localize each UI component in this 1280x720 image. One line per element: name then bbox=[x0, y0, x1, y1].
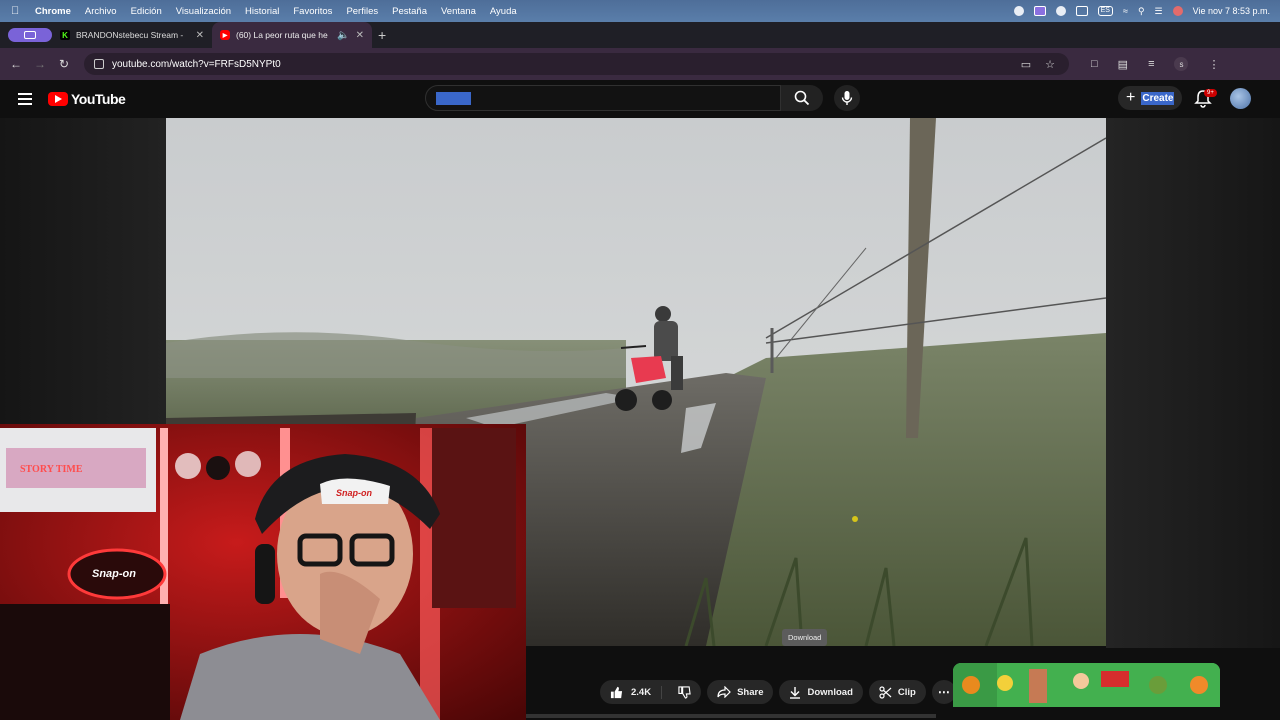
menu-ayuda[interactable]: Ayuda bbox=[490, 6, 517, 17]
download-button[interactable]: Download bbox=[779, 680, 863, 704]
streamer-webcam-overlay: STORY TIME Snap-on Snap-on bbox=[0, 424, 526, 720]
url-text[interactable]: youtube.com/watch?v=FRFsD5NYPt0 bbox=[112, 59, 1021, 70]
merch-banner[interactable] bbox=[953, 663, 1220, 707]
dislike-button[interactable] bbox=[668, 685, 701, 699]
siri-icon[interactable] bbox=[1172, 6, 1183, 16]
ambient-left bbox=[0, 118, 166, 428]
wifi-icon[interactable]: ≈ bbox=[1123, 6, 1128, 16]
extensions-icon[interactable]: □ bbox=[1091, 58, 1098, 70]
close-tab-icon[interactable]: ✕ bbox=[196, 30, 204, 41]
download-label: Download bbox=[807, 686, 853, 698]
mic-icon bbox=[841, 91, 853, 105]
window-icon[interactable] bbox=[1075, 6, 1088, 16]
chrome-menu-icon[interactable]: ⋮ bbox=[1208, 58, 1219, 71]
video-actions: 2.4K Share Download Clip ⋯ bbox=[600, 680, 956, 704]
clip-button[interactable]: Clip bbox=[868, 680, 926, 704]
youtube-play-logo-icon bbox=[48, 92, 68, 106]
site-info-icon[interactable] bbox=[94, 59, 104, 69]
menu-visualizacion[interactable]: Visualización bbox=[176, 6, 231, 17]
install-app-icon[interactable]: ▭ bbox=[1021, 58, 1031, 71]
back-icon[interactable]: ← bbox=[4, 57, 28, 71]
menu-pestana[interactable]: Pestaña bbox=[392, 6, 427, 17]
reload-icon[interactable]: ↻ bbox=[52, 57, 76, 71]
search-selected-text bbox=[436, 91, 471, 105]
screen-share-icon[interactable] bbox=[1033, 6, 1046, 16]
menu-chrome[interactable]: Chrome bbox=[35, 6, 71, 17]
status-app-icon[interactable] bbox=[1013, 6, 1024, 16]
side-panel-icon[interactable]: ▤ bbox=[1118, 58, 1128, 71]
search-input[interactable] bbox=[425, 85, 781, 111]
macos-menubar:  Chrome Archivo Edición Visualización H… bbox=[0, 0, 1280, 22]
voice-search-button[interactable] bbox=[834, 85, 860, 111]
youtube-logo[interactable]: YouTube bbox=[48, 91, 126, 107]
forward-icon[interactable]: → bbox=[28, 57, 52, 71]
apple-icon[interactable]:  bbox=[11, 5, 25, 17]
thumbs-down-icon bbox=[678, 685, 691, 699]
share-label: Share bbox=[737, 686, 764, 698]
profile-avatar[interactable]: s bbox=[1174, 57, 1189, 71]
menu-edicion[interactable]: Edición bbox=[131, 6, 162, 17]
watch-page: Download 2.4K Share Download Clip ⋯ STOR… bbox=[0, 118, 1280, 720]
menubar-clock[interactable]: Vie nov 7 8:53 p.m. bbox=[1193, 6, 1270, 16]
tab-title: (60) La peor ruta que he bbox=[236, 30, 328, 40]
address-bar[interactable]: youtube.com/watch?v=FRFsD5NYPt0 ▭ ☆ bbox=[84, 53, 1069, 75]
share-icon bbox=[717, 686, 731, 698]
plus-icon: + bbox=[1126, 89, 1136, 106]
input-source-icon[interactable]: ES bbox=[1097, 6, 1113, 16]
kick-favicon-icon: K bbox=[60, 30, 70, 40]
like-dislike-group: 2.4K bbox=[600, 680, 702, 704]
search-button[interactable] bbox=[781, 85, 823, 111]
notifications-badge: 9+ bbox=[1204, 89, 1217, 97]
youtube-favicon-icon: ▶ bbox=[220, 30, 230, 40]
menu-historial[interactable]: Historial bbox=[245, 6, 279, 17]
new-tab-icon[interactable]: + bbox=[378, 27, 386, 43]
like-button[interactable]: 2.4K bbox=[610, 685, 663, 699]
thumbs-up-icon bbox=[610, 686, 623, 698]
tab-youtube[interactable]: ▶ (60) La peor ruta que he 🔈 ✕ bbox=[212, 22, 372, 48]
youtube-masthead: YouTube + Create 9+ bbox=[0, 80, 1280, 118]
spotlight-icon[interactable]: ⚲ bbox=[1138, 6, 1145, 17]
menu-perfiles[interactable]: Perfiles bbox=[346, 6, 378, 17]
guide-menu-icon[interactable] bbox=[18, 93, 32, 105]
tab-strip: K BRANDONstebecu Stream - ✕ ▶ (60) La pe… bbox=[0, 22, 1280, 48]
tab-group-chip[interactable] bbox=[8, 28, 52, 42]
download-tooltip: Download bbox=[782, 629, 828, 646]
ambient-right bbox=[1106, 118, 1280, 648]
create-label: Create bbox=[1141, 91, 1175, 105]
control-center-icon[interactable]: ☰ bbox=[1155, 6, 1163, 17]
browser-toolbar: ← → ↻ youtube.com/watch?v=FRFsD5NYPt0 ▭ … bbox=[0, 48, 1280, 80]
tab-group-icon bbox=[24, 31, 36, 39]
share-button[interactable]: Share bbox=[707, 680, 774, 704]
media-controls-icon[interactable]: ≡ bbox=[1148, 58, 1154, 70]
like-count: 2.4K bbox=[631, 686, 652, 698]
download-icon bbox=[790, 686, 801, 699]
search-icon bbox=[794, 90, 810, 106]
menu-ventana[interactable]: Ventana bbox=[441, 6, 476, 17]
close-tab-icon[interactable]: ✕ bbox=[356, 30, 364, 41]
play-status-icon[interactable] bbox=[1055, 6, 1066, 16]
scissors-icon bbox=[879, 685, 892, 699]
speaker-icon[interactable]: 🔈 bbox=[337, 30, 349, 41]
tab-title: BRANDONstebecu Stream - bbox=[76, 30, 184, 40]
account-avatar[interactable] bbox=[1230, 88, 1251, 109]
video-progress-bar[interactable] bbox=[526, 714, 936, 718]
neon-sign-text: STORY TIME bbox=[20, 464, 83, 475]
create-button[interactable]: + Create bbox=[1118, 86, 1182, 110]
cap-logo-text: Snap-on bbox=[336, 488, 372, 498]
snapon-sign-text: Snap-on bbox=[92, 568, 136, 580]
youtube-wordmark: YouTube bbox=[71, 91, 126, 107]
bookmark-star-icon[interactable]: ☆ bbox=[1045, 58, 1055, 71]
lego-banner-image bbox=[953, 663, 1220, 707]
tab-kick-stream[interactable]: K BRANDONstebecu Stream - ✕ bbox=[52, 22, 212, 48]
menu-archivo[interactable]: Archivo bbox=[85, 6, 117, 17]
menu-favoritos[interactable]: Favoritos bbox=[293, 6, 332, 17]
clip-label: Clip bbox=[897, 686, 916, 698]
